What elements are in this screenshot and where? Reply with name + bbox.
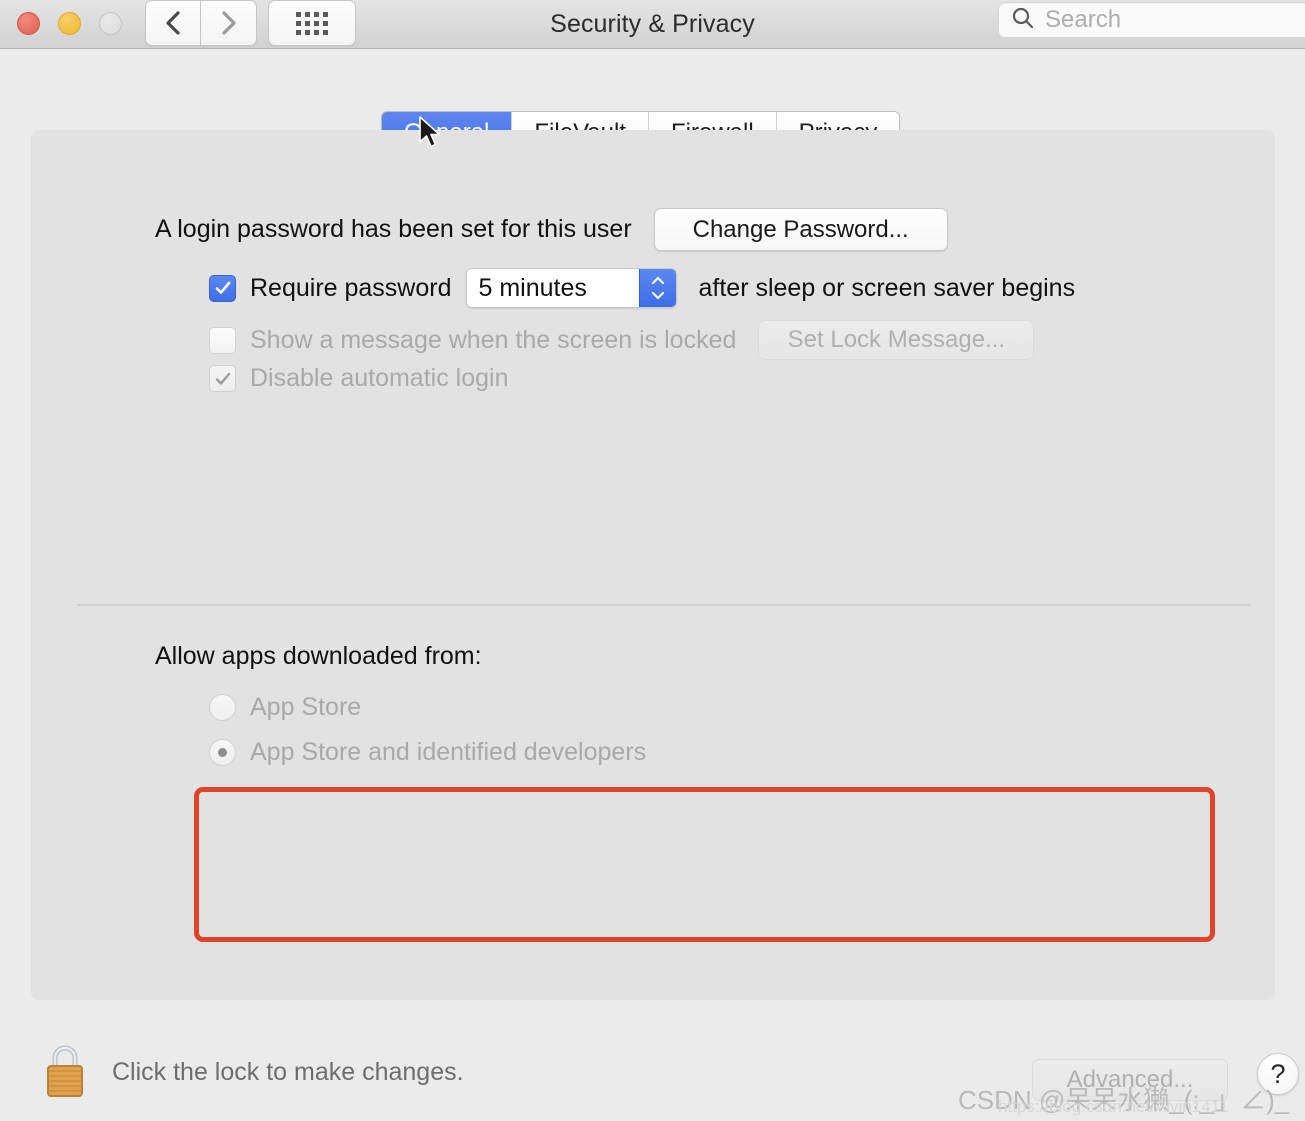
radio-app-store-label: App Store	[250, 693, 362, 721]
padlock-closed-icon	[42, 1045, 88, 1104]
password-status-label: A login password has been set for this u…	[155, 215, 632, 243]
password-status-row: A login password has been set for this u…	[155, 208, 948, 251]
set-lock-message-button[interactable]: Set Lock Message...	[758, 320, 1035, 360]
disable-auto-login-row: Disable automatic login	[209, 364, 508, 393]
require-password-delay-stepper[interactable]: 5 minutes	[465, 268, 677, 308]
require-password-label: Require password	[250, 273, 452, 302]
radio-app-store[interactable]	[209, 694, 236, 721]
allow-apps-option-app-store[interactable]: App Store	[209, 693, 361, 722]
advanced-button[interactable]: Advanced...	[1032, 1059, 1228, 1101]
allow-apps-option-identified-developers[interactable]: App Store and identified developers	[209, 738, 646, 767]
radio-selected-dot	[218, 748, 227, 757]
disable-auto-login-checkbox[interactable]	[209, 365, 236, 392]
traffic-light-group	[17, 12, 122, 35]
allow-apps-heading-row: Allow apps downloaded from:	[155, 642, 482, 671]
section-divider	[77, 604, 1250, 606]
disable-auto-login-label: Disable automatic login	[250, 364, 509, 392]
arrow-cursor-icon	[418, 116, 444, 157]
forward-button[interactable]	[201, 0, 257, 46]
show-all-grid-icon	[296, 11, 328, 35]
show-lock-message-row: Show a message when the screen is locked…	[209, 320, 1035, 360]
require-password-delay-value: 5 minutes	[466, 269, 639, 307]
lock-hint-text: Click the lock to make changes.	[112, 1058, 464, 1086]
search-icon	[1011, 6, 1035, 35]
navigation-button-group	[145, 0, 257, 46]
require-password-suffix-label: after sleep or screen saver begins	[698, 273, 1076, 302]
stepper-up-down-icon[interactable]	[638, 269, 676, 307]
annotation-highlight-rectangle	[194, 787, 1215, 942]
allow-apps-heading: Allow apps downloaded from:	[155, 642, 482, 670]
change-password-button[interactable]: Change Password...	[653, 208, 948, 251]
show-lock-message-checkbox[interactable]	[209, 326, 236, 354]
help-button[interactable]: ?	[1257, 1053, 1299, 1095]
show-lock-message-label: Show a message when the screen is locked	[250, 325, 737, 354]
minimize-button[interactable]	[58, 12, 81, 35]
back-button[interactable]	[145, 0, 201, 46]
require-password-row: Require password 5 minutes after sleep o…	[209, 268, 1075, 308]
radio-identified-developers[interactable]	[209, 739, 236, 766]
checkmark-icon	[215, 372, 230, 385]
window-root: Security & Privacy Search General FileVa…	[0, 0, 1305, 1121]
require-password-checkbox[interactable]	[209, 274, 236, 302]
lock-button[interactable]	[42, 1040, 88, 1100]
show-all-button[interactable]	[268, 0, 356, 46]
search-placeholder: Search	[1045, 6, 1122, 33]
chevron-left-icon	[164, 9, 182, 37]
close-button[interactable]	[17, 12, 40, 35]
checkmark-icon	[215, 281, 230, 294]
radio-identified-developers-label: App Store and identified developers	[250, 738, 647, 766]
window-titlebar: Security & Privacy Search	[0, 0, 1305, 49]
chevron-right-icon	[220, 9, 238, 37]
search-field[interactable]: Search	[998, 2, 1305, 38]
zoom-button[interactable]	[99, 12, 122, 35]
